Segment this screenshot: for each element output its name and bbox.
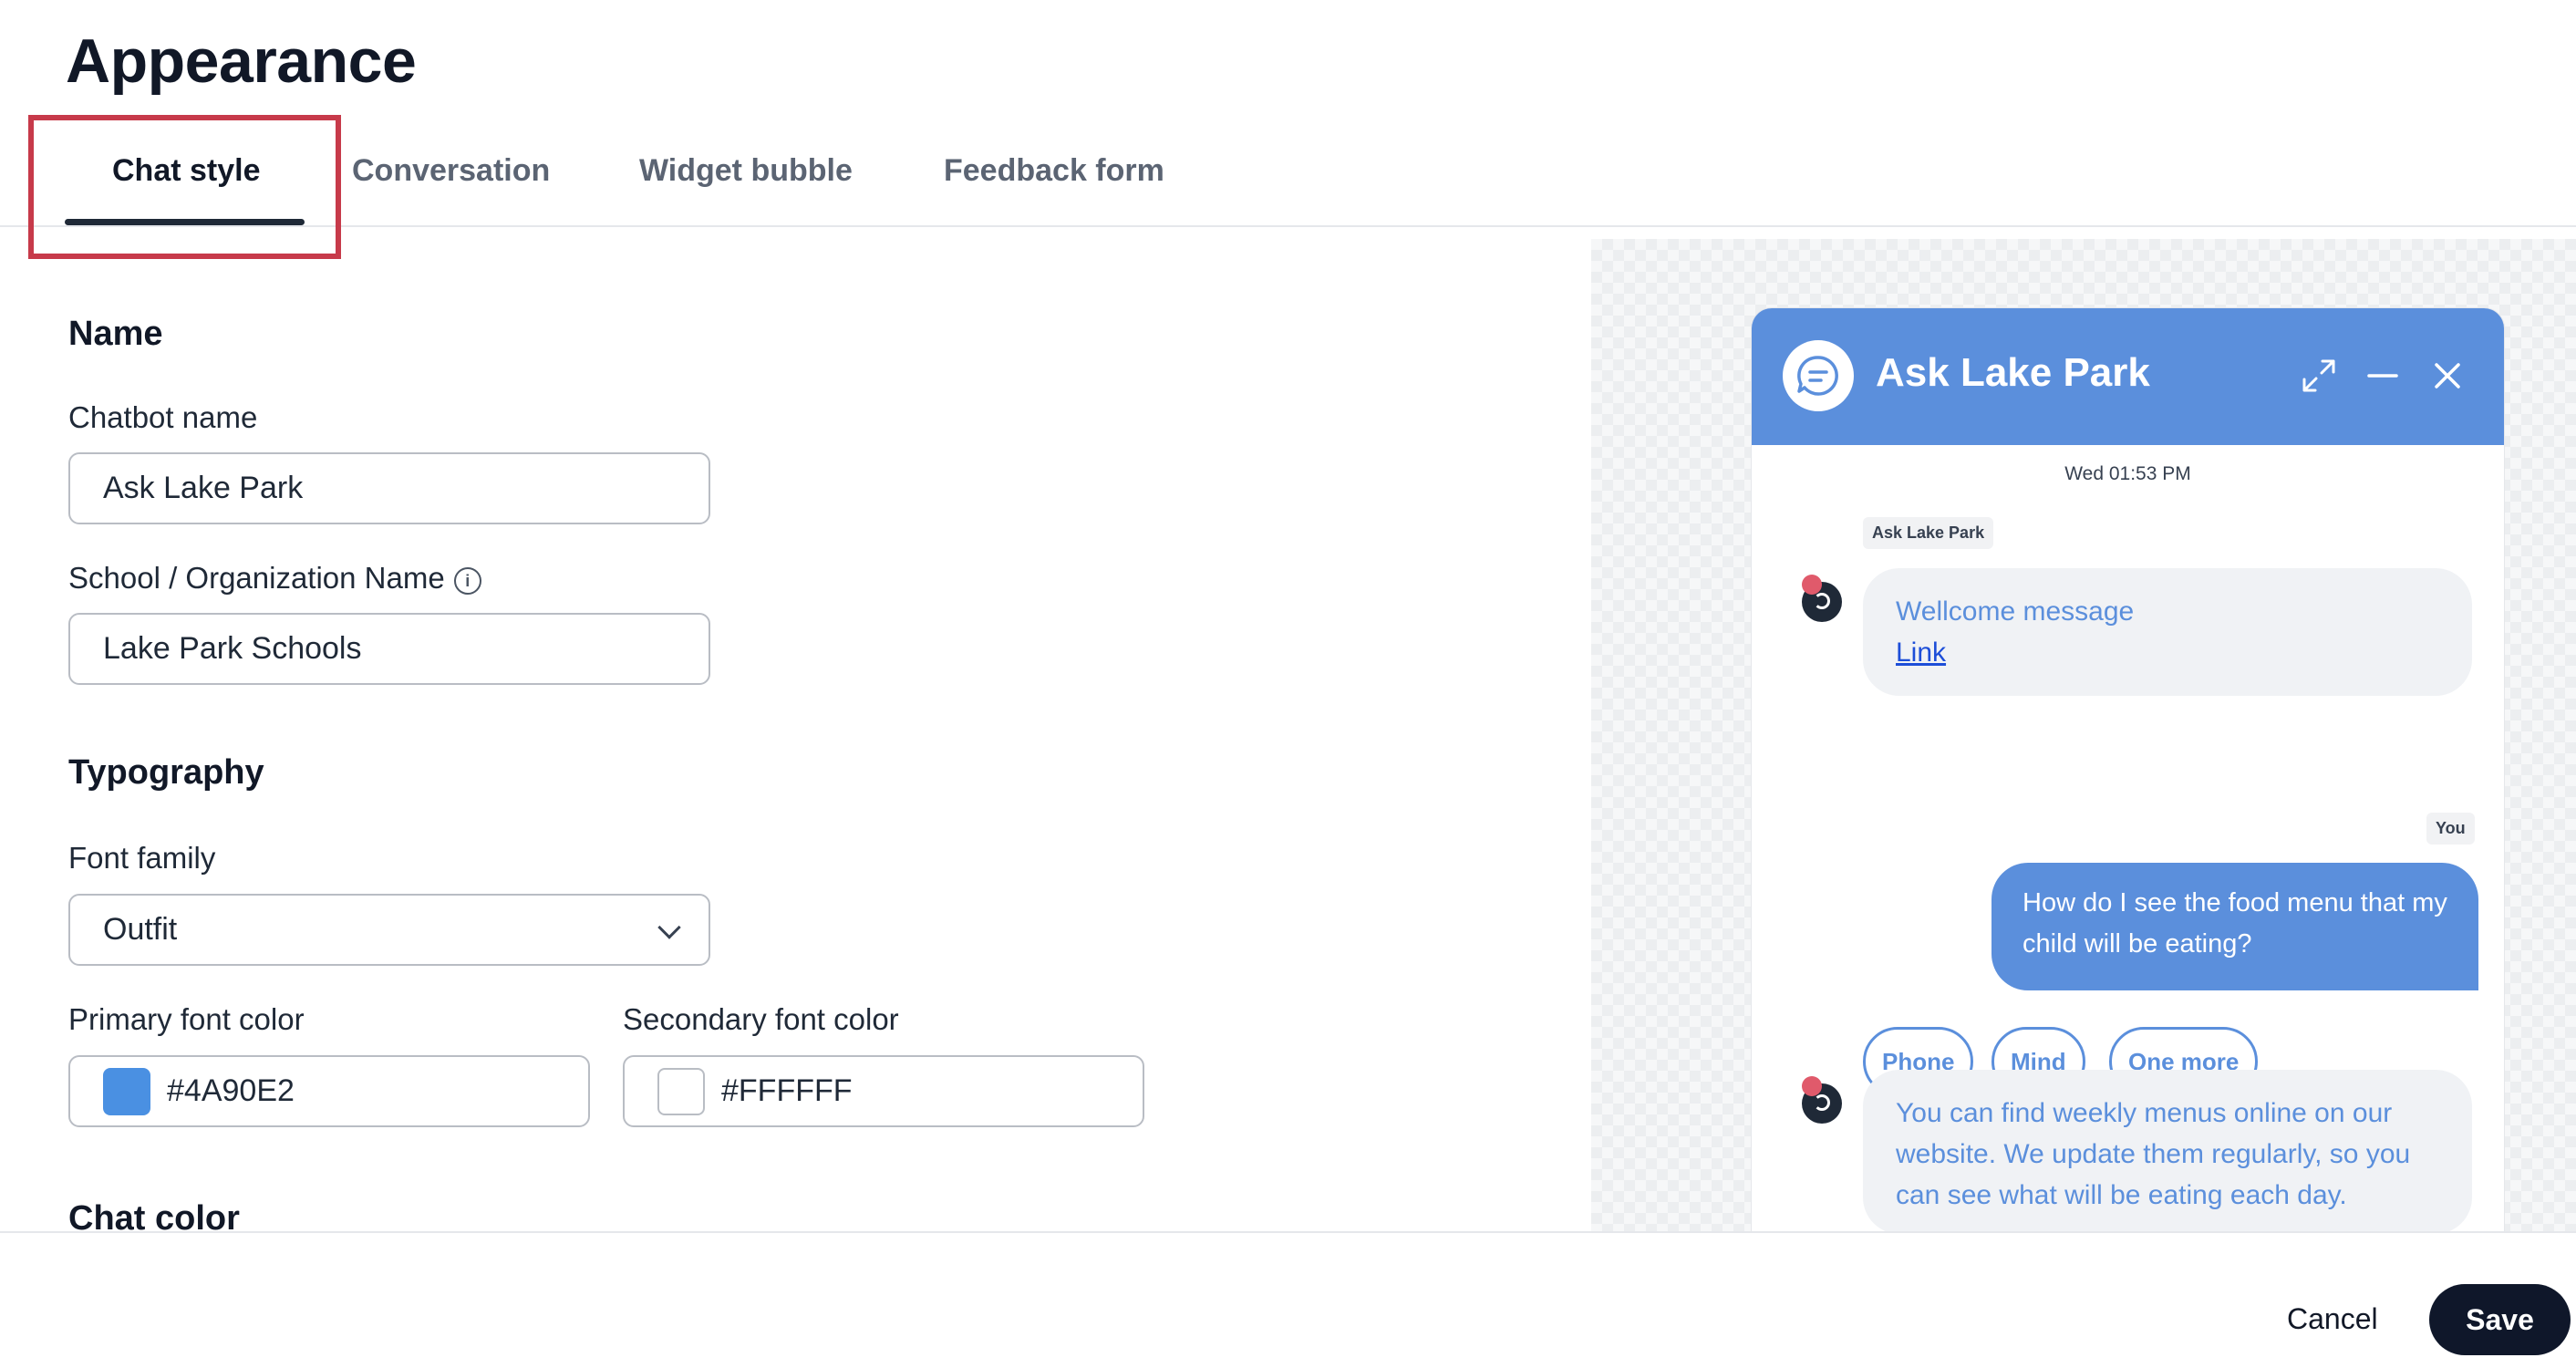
secondary-color-input[interactable]: #FFFFFF — [623, 1055, 1144, 1127]
secondary-color-swatch[interactable] — [657, 1067, 705, 1115]
tab-conversation[interactable]: Conversation — [352, 153, 550, 189]
org-name-input[interactable]: Lake Park Schools — [68, 613, 710, 685]
bot-sender-tag: Ask Lake Park — [1863, 517, 1994, 549]
chatbot-name-label: Chatbot name — [68, 400, 258, 434]
save-button[interactable]: Save — [2429, 1284, 2571, 1355]
minimize-icon[interactable] — [2363, 356, 2403, 396]
footer-bar: Cancel Save — [0, 1231, 2576, 1368]
user-message-bubble: How do I see the food menu that my child… — [1991, 863, 2478, 990]
primary-color-swatch[interactable] — [103, 1067, 150, 1115]
welcome-message-link[interactable]: Link — [1896, 632, 2439, 673]
chat-bubble-icon — [1783, 340, 1854, 411]
chat-header: Ask Lake Park — [1752, 308, 2504, 445]
font-family-select[interactable]: Outfit — [68, 894, 710, 966]
expand-icon[interactable] — [2299, 356, 2339, 396]
font-family-label: Font family — [68, 841, 216, 875]
user-sender-tag: You — [2426, 813, 2475, 845]
org-name-value: Lake Park Schools — [103, 631, 362, 666]
primary-color-value: #4A90E2 — [167, 1073, 295, 1108]
bot-reply-bubble: You can find weekly menus online on our … — [1863, 1070, 2472, 1231]
primary-color-input[interactable]: #4A90E2 — [68, 1055, 590, 1127]
tab-bar: Chat style Conversation Widget bubble Fe… — [0, 137, 2576, 227]
chat-title: Ask Lake Park — [1876, 350, 2150, 395]
tab-highlight-box — [28, 115, 341, 259]
chatbot-name-input[interactable]: Ask Lake Park — [68, 452, 710, 524]
cancel-button[interactable]: Cancel — [2287, 1302, 2378, 1336]
chevron-down-icon — [657, 916, 681, 939]
org-name-label: School / Organization Name — [68, 561, 445, 595]
chat-preview-window: Ask Lake Park Wed 01:53 PM Ask Lake Park… — [1752, 308, 2504, 1231]
welcome-message-text: Wellcome message — [1896, 596, 2135, 627]
avatar-status-dot — [1802, 1076, 1822, 1096]
page-title: Appearance — [66, 26, 417, 96]
secondary-color-label: Secondary font color — [623, 1002, 899, 1036]
welcome-message-bubble: Wellcome message Link — [1863, 568, 2472, 696]
section-title-typography: Typography — [68, 753, 264, 792]
section-title-name: Name — [68, 315, 163, 353]
bot-avatar — [1802, 575, 1842, 622]
tab-widget-bubble[interactable]: Widget bubble — [639, 153, 853, 189]
info-icon[interactable]: i — [453, 567, 481, 595]
bot-avatar-2 — [1802, 1076, 1842, 1124]
close-icon[interactable] — [2427, 356, 2467, 396]
chatbot-name-value: Ask Lake Park — [103, 471, 304, 505]
chat-timestamp: Wed 01:53 PM — [2064, 463, 2191, 484]
org-name-label-row: School / Organization Name i — [68, 561, 481, 596]
secondary-color-value: #FFFFFF — [721, 1073, 853, 1108]
tab-feedback-form[interactable]: Feedback form — [944, 153, 1164, 189]
font-family-value: Outfit — [103, 912, 178, 947]
primary-color-label: Primary font color — [68, 1002, 305, 1036]
avatar-status-dot — [1802, 575, 1822, 595]
